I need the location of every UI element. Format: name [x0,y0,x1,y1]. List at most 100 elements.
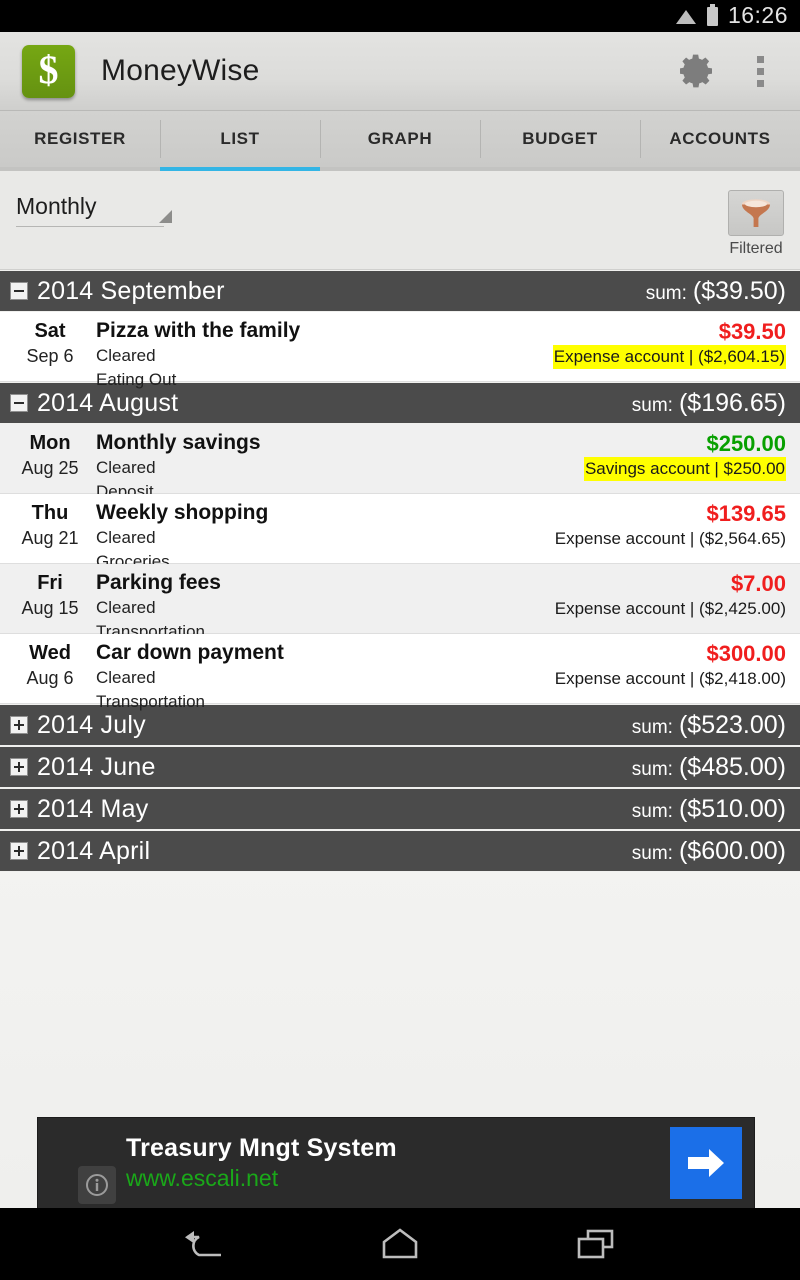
expand-icon[interactable] [10,758,28,776]
transaction-row[interactable]: Fri Aug 15 Parking fees Cleared Transportati… [0,564,800,641]
back-icon[interactable] [176,1222,232,1266]
transaction-amount: $250.00 [706,431,786,456]
sum-value: ($485.00) [678,752,786,781]
expand-icon[interactable] [10,716,28,734]
transaction-day: Aug 15 [21,598,79,618]
ad-title: Treasury Mngt System [126,1134,397,1162]
transaction-date: Sat Sep 6 [14,318,86,381]
expand-icon[interactable] [10,842,28,860]
transaction-date: Fri Aug 15 [14,570,86,633]
collapse-icon[interactable] [10,282,28,300]
sum-label: sum: [631,842,673,864]
ad-banner[interactable]: Treasury Mngt System www.escali.net [38,1118,754,1208]
tab-label: BUDGET [522,129,598,148]
funnel-icon [728,190,784,236]
tab-list[interactable]: LIST [160,111,320,171]
collapse-icon[interactable] [10,394,28,412]
transaction-date: Wed Aug 6 [14,640,86,703]
recents-icon[interactable] [568,1222,624,1266]
period-spinner[interactable]: Monthly [16,193,172,227]
transaction-amounts: $39.50 Expense account | ($2,604.15) [552,318,786,381]
tab-budget[interactable]: BUDGET [480,111,640,167]
transaction-status: Cleared [96,598,156,617]
month-group-header[interactable]: 2014 April sum: ($600.00) [0,830,800,872]
status-bar: 16:26 [0,0,800,32]
transaction-day: Sep 6 [26,346,74,366]
transaction-amount: $139.65 [706,501,786,526]
tab-accounts[interactable]: ACCOUNTS [640,111,800,167]
filter-button[interactable]: Filtered [728,190,784,258]
transaction-status: Cleared [96,668,156,687]
chevron-down-icon [159,210,172,223]
transaction-date: Thu Aug 21 [14,500,86,563]
transaction-account-balance: Expense account | ($2,564.65) [554,529,786,548]
transaction-account-balance: Expense account | ($2,604.15) [552,345,786,369]
transaction-amounts: $139.65 Expense account | ($2,564.65) [555,500,786,563]
sum-label: sum: [631,800,673,822]
month-group-sum: sum: ($523.00) [632,711,786,740]
tab-graph[interactable]: GRAPH [320,111,480,167]
transaction-category: Transportation [96,692,205,711]
month-group-title: 2014 June [37,752,156,781]
transaction-details: Pizza with the family Cleared Eating Out [96,318,300,389]
month-group-sum: sum: ($196.65) [632,389,786,418]
transaction-weekday: Mon [29,432,71,454]
month-group-header[interactable]: 2014 September sum: ($39.50) [0,270,800,312]
system-nav-bar [0,1208,800,1280]
sum-label: sum: [631,716,673,738]
sum-value: ($196.65) [678,388,786,417]
arrow-right-icon [688,1149,724,1177]
transaction-title: Monthly savings [96,431,261,454]
home-icon[interactable] [372,1222,428,1266]
tab-bar: REGISTER LIST GRAPH BUDGET ACCOUNTS [0,111,800,171]
sum-value: ($510.00) [678,794,786,823]
transaction-status: Cleared [96,528,156,547]
transaction-day: Aug 6 [26,668,74,688]
month-group-title: 2014 August [37,388,179,417]
ad-cta-button[interactable] [670,1127,742,1199]
transaction-row[interactable]: Mon Aug 25 Monthly savings Cleared Deposit $2… [0,424,800,501]
action-bar: $ MoneyWise [0,32,800,111]
transaction-details: Parking fees Cleared Transportation [96,570,221,641]
wifi-icon [675,8,697,25]
transaction-title: Parking fees [96,571,221,594]
transaction-details: Weekly shopping Cleared Groceries [96,500,268,571]
transaction-amount: $300.00 [706,641,786,666]
transaction-row[interactable]: Thu Aug 21 Weekly shopping Cleared Groceries… [0,494,800,571]
transaction-title: Car down payment [96,641,284,664]
status-clock: 16:26 [727,2,788,28]
month-group-sum: sum: ($485.00) [632,753,786,782]
sum-label: sum: [645,282,687,304]
overflow-dot [756,67,764,75]
transaction-amounts: $250.00 Savings account | $250.00 [583,430,786,493]
transaction-weekday: Thu [31,502,69,524]
gear-icon[interactable] [680,53,716,89]
ad-url[interactable]: www.escali.net [126,1165,397,1192]
month-group-sum: sum: ($600.00) [632,837,786,866]
month-group-header[interactable]: 2014 May sum: ($510.00) [0,788,800,830]
expand-icon[interactable] [10,800,28,818]
month-group-title: 2014 May [37,794,149,823]
month-group-title: 2014 September [37,276,225,305]
filter-bar: Monthly Filtered [0,171,800,270]
info-icon[interactable] [78,1166,116,1204]
transaction-day: Aug 21 [21,528,79,548]
filtered-label: Filtered [729,240,783,257]
tab-register[interactable]: REGISTER [0,111,160,167]
tab-label: ACCOUNTS [669,129,771,148]
transaction-details: Monthly savings Cleared Deposit [96,430,261,501]
period-spinner-value: Monthly [16,193,97,219]
sum-value: ($600.00) [678,836,786,865]
overflow-menu-icon[interactable] [746,50,774,93]
battery-icon [706,3,718,26]
transaction-row[interactable]: Sat Sep 6 Pizza with the family Cleared Eati… [0,312,800,389]
transaction-row[interactable]: Wed Aug 6 Car down payment Cleared Transport… [0,634,800,711]
transaction-status: Cleared [96,458,156,477]
transaction-status: Cleared [96,346,156,365]
transaction-weekday: Sat [34,320,66,342]
action-bar-buttons [680,50,788,93]
month-group-header[interactable]: 2014 June sum: ($485.00) [0,746,800,788]
overflow-dot [756,79,764,87]
tab-label: GRAPH [367,129,433,148]
transaction-weekday: Wed [29,642,71,664]
